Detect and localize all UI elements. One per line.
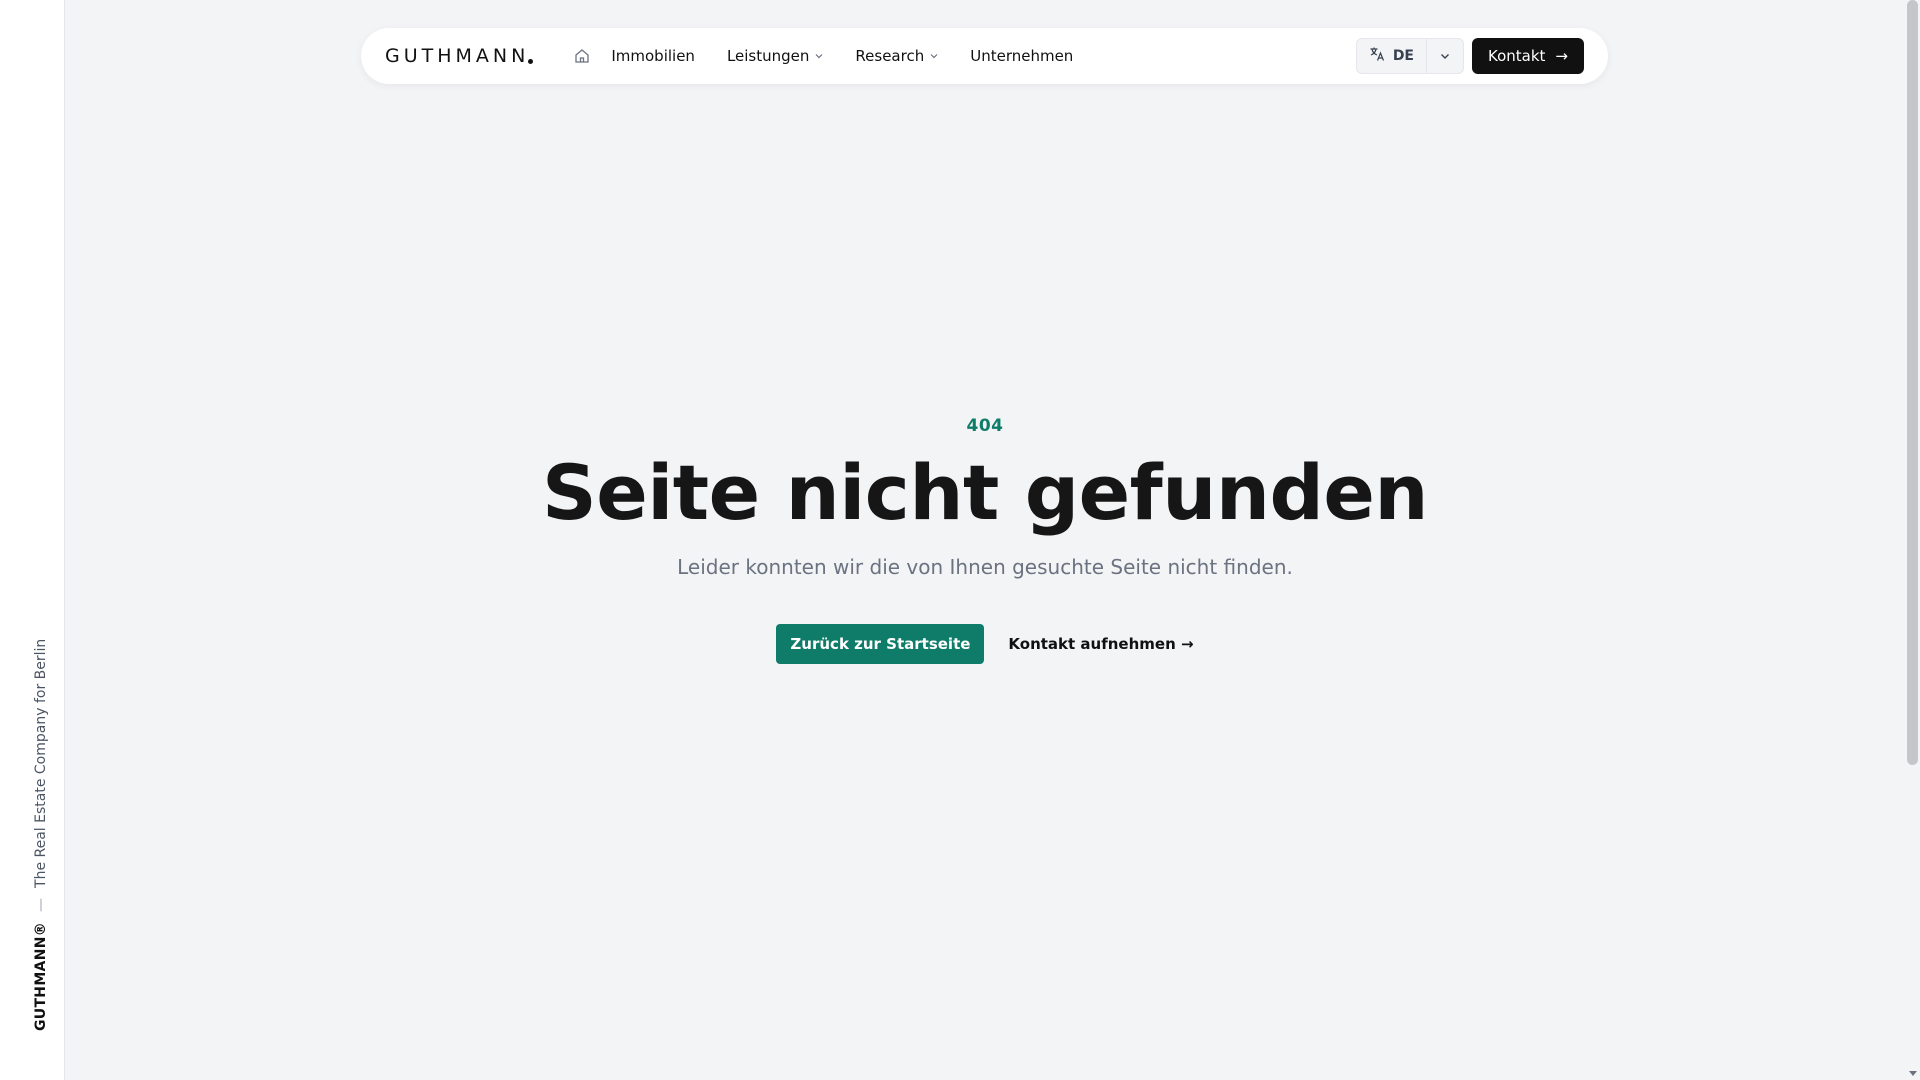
nav-item-unternehmen[interactable]: Unternehmen [970,47,1073,65]
chevron-down-icon [815,52,823,60]
top-navbar: GUTHMANN Immobilien Leistungen Research … [361,28,1608,84]
nav-item-research[interactable]: Research [855,47,938,65]
side-rail: GUTHMANN® — The Real Estate Company for … [0,0,65,1080]
nav-item-leistungen[interactable]: Leistungen [727,47,823,65]
language-switcher: DE [1355,38,1464,74]
scrollbar[interactable] [1905,0,1920,1080]
language-dropdown-button[interactable] [1427,39,1463,73]
language-button[interactable]: DE [1357,39,1426,73]
nav-item-immobilien[interactable]: Immobilien [611,47,695,65]
translate-icon [1369,46,1385,66]
side-separator: — [33,897,49,912]
logo[interactable]: GUTHMANN [385,45,534,67]
arrow-right-icon: → [1555,47,1568,65]
back-home-button-label: Zurück zur Startseite [790,635,971,653]
scroll-down-arrow-icon[interactable] [1909,1071,1917,1076]
logo-text: GUTHMANN [385,45,530,67]
contact-button-label: Kontakt [1488,47,1546,65]
logo-dot [528,58,534,64]
error-code: 404 [966,416,1004,436]
contact-link-label: Kontakt aufnehmen → [1008,635,1194,653]
nav-item-label: Unternehmen [970,47,1074,65]
chevron-down-icon [930,52,938,60]
chevron-down-icon [1439,47,1451,66]
side-brand: GUTHMANN® [33,921,49,1031]
language-code: DE [1392,48,1414,64]
page-subtitle: Leider konnten wir die von Ihnen gesucht… [677,555,1293,579]
back-home-button[interactable]: Zurück zur Startseite [776,624,985,664]
nav-item-label: Research [855,47,925,65]
contact-link[interactable]: Kontakt aufnehmen → [1008,635,1193,653]
side-tagline: The Real Estate Company for Berlin [33,638,49,888]
contact-button[interactable]: Kontakt → [1472,38,1584,74]
nav-right-group: DE Kontakt → [1355,38,1584,74]
hero-actions: Zurück zur Startseite Kontakt aufnehmen … [65,624,1905,664]
nav-item-label: Leistungen [726,47,810,65]
page-title: Seite nicht gefunden [541,448,1429,537]
home-icon[interactable] [573,47,591,65]
nav-item-label: Immobilien [611,47,695,65]
scrollbar-thumb[interactable] [1907,0,1918,765]
side-tagline-block: GUTHMANN® — The Real Estate Company for … [33,639,49,1031]
